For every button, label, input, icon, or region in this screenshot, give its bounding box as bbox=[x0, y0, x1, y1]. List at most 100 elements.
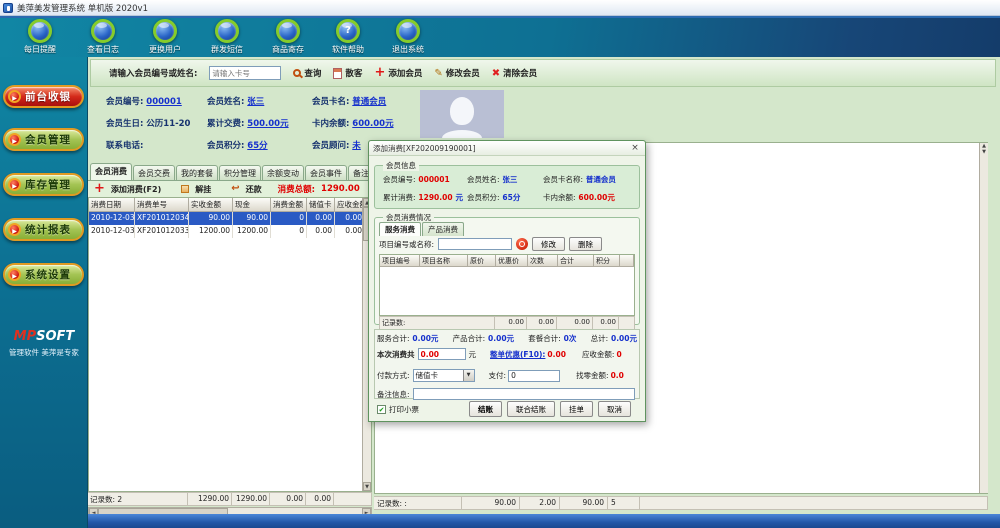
query-button[interactable]: 查询 bbox=[293, 67, 321, 79]
silhouette-head bbox=[450, 97, 474, 125]
chevron-down-icon: ▼ bbox=[462, 370, 474, 381]
member-paid-field: 累计交费: 500.00元 bbox=[207, 119, 289, 129]
tab-consume[interactable]: 会员消费 bbox=[90, 163, 132, 180]
dialog-titlebar: 添加消费[XF202009190001] × bbox=[369, 141, 645, 156]
play-icon: ▶ bbox=[8, 133, 21, 146]
search-icon bbox=[293, 69, 302, 77]
dialog-totals-row: 服务合计: 0.00元 产品合计: 0.00元 套餐合计: 0次 总计: 0.0… bbox=[377, 334, 637, 343]
detail-vertical-scrollbar[interactable]: ▲ ▼ bbox=[979, 143, 988, 493]
window-title: 美萍美发管理系统 单机版 2020v1 bbox=[17, 3, 148, 14]
dialog-title: 添加消费[XF202009190001] bbox=[373, 143, 476, 153]
pay-input[interactable] bbox=[508, 369, 561, 382]
tab-events[interactable]: 会员事件 bbox=[305, 165, 347, 180]
sidebar-item-members[interactable]: ▶ 会员管理 bbox=[3, 128, 84, 151]
dialog-tabstrip: 服务消费 产品消费 bbox=[379, 222, 465, 236]
print-receipt-option: ✔ 打印小票 bbox=[377, 404, 419, 415]
play-icon: ▶ bbox=[8, 223, 21, 236]
log-icon bbox=[91, 19, 115, 43]
tab-balance[interactable]: 余额变动 bbox=[262, 165, 304, 180]
toolbar-daily-reminder[interactable]: 每日提醒 bbox=[12, 19, 68, 55]
close-icon[interactable]: × bbox=[629, 143, 641, 154]
cancel-button[interactable]: 取消 bbox=[598, 401, 631, 417]
sidebar-item-reports[interactable]: ▶ 统计报表 bbox=[3, 218, 84, 241]
clear-member-button[interactable]: ✖ 清除会员 bbox=[491, 67, 537, 80]
tab-points[interactable]: 积分管理 bbox=[219, 165, 261, 180]
sms-icon bbox=[215, 19, 239, 43]
undo-icon: ↩ bbox=[231, 183, 240, 194]
scroll-down-icon[interactable]: ▼ bbox=[980, 149, 988, 155]
add-member-button[interactable]: + 添加会员 bbox=[374, 66, 422, 79]
app-icon bbox=[3, 2, 13, 13]
hold-order-button[interactable]: 挂单 bbox=[560, 401, 593, 417]
payment-method-select[interactable]: 储值卡 ▼ bbox=[412, 369, 475, 382]
modify-button[interactable]: 修改 bbox=[532, 237, 566, 251]
toolbar-send-sms[interactable]: 群发短信 bbox=[199, 19, 255, 55]
sidebar-item-settings[interactable]: ▶ 系统设置 bbox=[3, 263, 84, 286]
play-icon: ▶ bbox=[8, 268, 21, 281]
power-icon bbox=[396, 19, 420, 43]
note-input[interactable] bbox=[412, 388, 635, 400]
tab-product-consume[interactable]: 产品消费 bbox=[422, 222, 464, 236]
cross-icon: ✖ bbox=[491, 67, 501, 79]
play-icon: ▶ bbox=[8, 178, 21, 191]
tab-service-consume[interactable]: 服务消费 bbox=[379, 222, 421, 236]
joint-settle-button[interactable]: 联合结账 bbox=[507, 401, 555, 417]
detail-status-bar: 记录数: : 90.00 2.00 90.00 5 bbox=[374, 496, 988, 510]
dlg-member-balance: 卡内余额: 600.00元 bbox=[543, 193, 615, 202]
consume-toolbar: + 添加消费(F2) 解挂 ↩ 还款 消费总额: 1290.00 bbox=[88, 181, 372, 197]
toolbar-view-log[interactable]: 查看日志 bbox=[75, 19, 131, 55]
dlg-member-card: 会员卡名称: 普通会员 bbox=[543, 175, 616, 184]
walkin-button[interactable]: 散客 bbox=[333, 67, 362, 79]
document-icon bbox=[333, 67, 343, 79]
dlg-member-no: 会员编号: 000001 bbox=[383, 175, 450, 184]
consume-total-value: 1290.00 bbox=[321, 184, 360, 194]
dialog-member-group: 会员信息 会员编号: 000001 会员姓名: 张三 会员卡名称: 普通会员 累… bbox=[374, 160, 640, 209]
add-consume-button[interactable]: 添加消费(F2) bbox=[111, 184, 161, 195]
pencil-icon: ✎ bbox=[434, 67, 443, 79]
consume-table-footer: 记录数: 2 1290.00 1290.00 0.00 0.00 bbox=[88, 492, 372, 506]
table-row[interactable]: 2010-12-03 16: XF2010120330 1200.00 1200… bbox=[89, 225, 371, 238]
play-icon: ▶ bbox=[8, 90, 21, 103]
member-phone-field: 联系电话: bbox=[106, 141, 144, 151]
tab-payment[interactable]: 会员交费 bbox=[133, 165, 175, 180]
help-icon: ? bbox=[336, 19, 360, 43]
dialog-consume-group: 会员消费情况 服务消费 产品消费 项目编号或名称: 修改 删除 项目编号 项目名… bbox=[374, 212, 640, 330]
member-tabstrip: 会员消费 会员交费 我的套餐 积分管理 余额变动 会员事件 备注提醒 bbox=[88, 163, 390, 181]
sidebar: ▶ 前台收银 ▶ 会员管理 ▶ 库存管理 ▶ 统计报表 ▶ 系统设置 MPSOF… bbox=[0, 57, 88, 528]
checkbox-checked-icon[interactable]: ✔ bbox=[377, 405, 386, 414]
member-points-field: 会员积分: 65分 bbox=[207, 141, 268, 151]
sidebar-item-cashier[interactable]: ▶ 前台收银 bbox=[3, 85, 84, 108]
dlg-member-total: 累计消费: 1290.00 元 bbox=[383, 193, 463, 202]
unhold-icon bbox=[181, 185, 190, 193]
silhouette-shoulders bbox=[442, 130, 482, 138]
refund-button[interactable]: 还款 bbox=[246, 184, 262, 195]
settle-button[interactable]: 结账 bbox=[469, 401, 502, 417]
delete-button[interactable]: 删除 bbox=[569, 237, 603, 251]
search-icon[interactable] bbox=[516, 238, 529, 250]
edit-member-button[interactable]: ✎ 修改会员 bbox=[434, 67, 479, 80]
sidebar-item-inventory[interactable]: ▶ 库存管理 bbox=[3, 173, 84, 196]
dialog-item-table-header: 项目编号 项目名称 原价 优惠价 次数 合计 积分 bbox=[380, 255, 634, 267]
member-search-bar: 请输入会员编号或姓名: 查询 散客 + 添加会员 ✎ 修改会员 ✖ 清除会员 bbox=[90, 59, 996, 87]
toolbar-switch-user[interactable]: 更换用户 bbox=[137, 19, 193, 55]
dialog-item-search-row: 项目编号或名称: 修改 删除 bbox=[379, 237, 635, 251]
unhold-button[interactable]: 解挂 bbox=[195, 184, 211, 195]
whole-discount-link[interactable]: 整单优惠(F10): bbox=[490, 349, 545, 360]
table-row[interactable]: 2010-12-03 16: XF2010120340 90.00 90.00 … bbox=[89, 212, 371, 225]
item-search-label: 项目编号或名称: bbox=[379, 239, 435, 249]
storage-icon bbox=[276, 19, 300, 43]
tab-packages[interactable]: 我的套餐 bbox=[176, 165, 218, 180]
amount-input[interactable] bbox=[417, 348, 466, 360]
search-input[interactable] bbox=[209, 66, 282, 80]
toolbar-goods-storage[interactable]: 商品寄存 bbox=[260, 19, 316, 55]
plus-icon: + bbox=[94, 181, 105, 196]
dialog-buttons: 结账 联合结账 挂单 取消 bbox=[469, 401, 631, 417]
toolbar-help[interactable]: ? 软件帮助 bbox=[320, 19, 376, 55]
member-advisor-field: 会员顾问: 未 bbox=[312, 141, 361, 151]
scroll-down-icon[interactable]: ▼ bbox=[363, 482, 371, 491]
dialog-amount-row: 本次消费共 元 整单优惠(F10): 0.00 应收金额: 0 bbox=[377, 348, 639, 360]
consume-table: 消费日期 消费单号 实收金额 现金 消费金额 储值卡 应收金额 2010-12-… bbox=[88, 197, 372, 492]
toolbar-exit[interactable]: 退出系统 bbox=[380, 19, 436, 55]
member-card-field: 会员卡名: 普通会员 bbox=[312, 97, 387, 107]
item-search-input[interactable] bbox=[438, 238, 513, 250]
